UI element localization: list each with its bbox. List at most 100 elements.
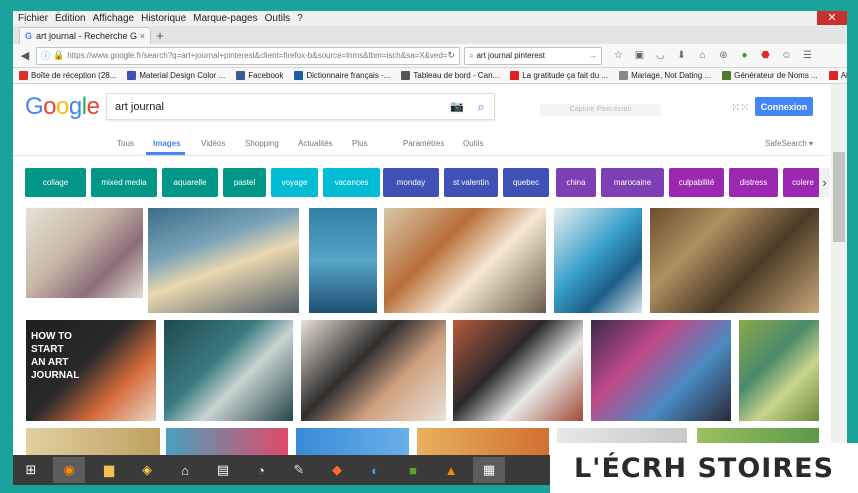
tab-parametres[interactable]: Paramètres — [403, 139, 444, 148]
chip-monday[interactable]: monday — [383, 168, 439, 197]
windows-start-icon[interactable]: ⊞ — [15, 457, 47, 483]
tab-google-search[interactable]: G art journal - Recherche Go... × — [19, 27, 151, 44]
chip-collage[interactable]: collage — [25, 168, 86, 197]
image-result[interactable] — [739, 320, 819, 421]
tab-plus[interactable]: Plus — [352, 139, 368, 148]
7zip-icon[interactable]: ▤ — [207, 457, 239, 483]
bookmarks-bar: Boîte de réception (28... Material Design… — [13, 68, 847, 84]
camera-icon[interactable]: 📷 — [446, 100, 468, 113]
image-result[interactable]: HOW TO START AN ART JOURNAL — [26, 320, 156, 421]
clipboard-icon[interactable]: ▣ — [629, 50, 650, 61]
chip-china[interactable]: china — [556, 168, 596, 197]
file-explorer-icon[interactable]: ▆ — [93, 457, 125, 483]
image-result[interactable] — [148, 208, 299, 313]
window-close-icon[interactable]: ✕ — [817, 11, 847, 25]
url-bar[interactable]: ⓘ 🔒 https://www.google.fr/search?q=art+j… — [36, 46, 460, 65]
google-logo[interactable]: Google — [25, 93, 100, 121]
image-result[interactable] — [164, 320, 293, 421]
image-result[interactable] — [453, 320, 583, 421]
chip-marocaine[interactable]: marocaine — [601, 168, 664, 197]
menu-item[interactable]: Marque-pages — [193, 13, 257, 24]
image-result[interactable] — [554, 208, 642, 313]
bookmark-item[interactable]: Dictionnaire français -... — [294, 71, 390, 80]
tab-close-icon[interactable]: × — [140, 31, 145, 41]
menu-item[interactable]: Outils — [265, 13, 291, 24]
bookmark-item[interactable]: Mariage, Not Dating ... — [619, 71, 711, 80]
synchro-icon[interactable]: ⊛ — [713, 50, 734, 61]
image-result[interactable] — [166, 428, 288, 455]
image-result[interactable] — [309, 208, 377, 313]
tab-tous[interactable]: Tous — [117, 139, 134, 148]
bookmark-item[interactable]: Aigle - Photos et Imag... — [828, 71, 847, 80]
app-blue-icon[interactable]: ◐ — [359, 457, 391, 483]
browser-search-bar[interactable]: ⌕ art journal pinterest → — [464, 46, 602, 65]
extension-green-icon[interactable]: ● — [734, 50, 755, 61]
menu-item[interactable]: Édition — [55, 13, 86, 24]
image-result[interactable] — [26, 208, 143, 298]
image-result[interactable] — [296, 428, 409, 455]
chip-culpabilité[interactable]: culpabilité — [669, 168, 724, 197]
download-icon[interactable]: ⬇ — [671, 50, 692, 61]
bookmark-item[interactable]: Générateur de Noms ... — [722, 71, 818, 80]
vlc-icon[interactable]: ▲ — [435, 457, 467, 483]
app-yellow-icon[interactable]: ◈ — [131, 457, 163, 483]
reader-icon[interactable]: ☺ — [776, 50, 797, 61]
menu-item[interactable]: Fichier — [18, 13, 48, 24]
chip-colere[interactable]: colere — [783, 168, 823, 197]
gamepad-icon[interactable]: ◔ — [245, 457, 277, 483]
bookmark-item[interactable]: Boîte de réception (28... — [19, 71, 116, 80]
document-app-icon[interactable]: ▦ — [473, 457, 505, 483]
image-result[interactable] — [301, 320, 446, 421]
scrollbar[interactable] — [831, 84, 847, 455]
bookmark-item[interactable]: La gratitude ça fait du ... — [510, 71, 608, 80]
chip-vacances[interactable]: vacances — [323, 168, 380, 197]
image-result[interactable] — [384, 208, 546, 313]
image-result[interactable] — [417, 428, 549, 455]
chip-voyage[interactable]: voyage — [271, 168, 318, 197]
tab-actualites[interactable]: Actualités — [298, 139, 333, 148]
new-tab-button[interactable]: + — [151, 28, 169, 44]
search-icon[interactable]: ⌕ — [468, 99, 494, 115]
home-app-icon[interactable]: ⌂ — [169, 457, 201, 483]
bookmark-star-icon[interactable]: ☆ — [608, 50, 629, 61]
back-icon[interactable]: ◀ — [18, 49, 32, 62]
chip-aquarelle[interactable]: aquarelle — [162, 168, 218, 197]
bookmark-item[interactable]: Material Design Color ... — [127, 71, 225, 80]
bookmark-item[interactable]: Facebook — [236, 71, 283, 80]
tab-shopping[interactable]: Shopping — [245, 139, 279, 148]
paint-icon[interactable]: ✎ — [283, 457, 315, 483]
tab-videos[interactable]: Vidéos — [201, 139, 225, 148]
hamburger-menu-icon[interactable]: ☰ — [797, 50, 818, 61]
menu-item[interactable]: Historique — [141, 13, 186, 24]
chip-quebec[interactable]: quebec — [503, 168, 549, 197]
info-icon[interactable]: ⓘ — [41, 49, 50, 62]
chip-st-valentin[interactable]: st valentin — [444, 168, 498, 197]
go-arrow-icon[interactable]: → — [589, 51, 597, 60]
bookmark-favicon-icon — [828, 71, 838, 80]
home-icon[interactable]: ⌂ — [692, 50, 713, 61]
chevron-right-icon[interactable]: › — [819, 168, 830, 197]
adblock-icon[interactable]: ⬣ — [755, 50, 776, 61]
menu-item[interactable]: ? — [297, 13, 303, 24]
connexion-button[interactable]: Connexion — [755, 97, 813, 116]
menu-item[interactable]: Affichage — [93, 13, 135, 24]
image-result[interactable] — [26, 428, 160, 455]
scrollbar-thumb[interactable] — [833, 152, 845, 242]
app-orange-icon[interactable]: ◆ — [321, 457, 353, 483]
bookmark-label: Boîte de réception (28... — [31, 71, 117, 80]
google-search-input[interactable]: art journal 📷 ⌕ — [106, 93, 495, 120]
reload-icon[interactable]: ↻ — [447, 50, 455, 61]
chip-pastel[interactable]: pastel — [223, 168, 266, 197]
minecraft-icon[interactable]: ■ — [397, 457, 429, 483]
tab-images[interactable]: Images — [153, 139, 181, 148]
bookmark-item[interactable]: Tableau de bord - Can... — [401, 71, 499, 80]
image-result[interactable] — [591, 320, 731, 421]
image-result[interactable] — [650, 208, 819, 313]
firefox-icon[interactable]: ◉ — [53, 457, 85, 483]
safesearch-menu[interactable]: SafeSearch ▾ — [765, 139, 813, 148]
pocket-icon[interactable]: ◡ — [650, 50, 671, 61]
chip-mixed-media[interactable]: mixed media — [91, 168, 157, 197]
tab-outils[interactable]: Outils — [463, 139, 483, 148]
chip-distress[interactable]: distress — [729, 168, 778, 197]
apps-grid-icon[interactable]: ⁙⁙ — [731, 101, 749, 114]
